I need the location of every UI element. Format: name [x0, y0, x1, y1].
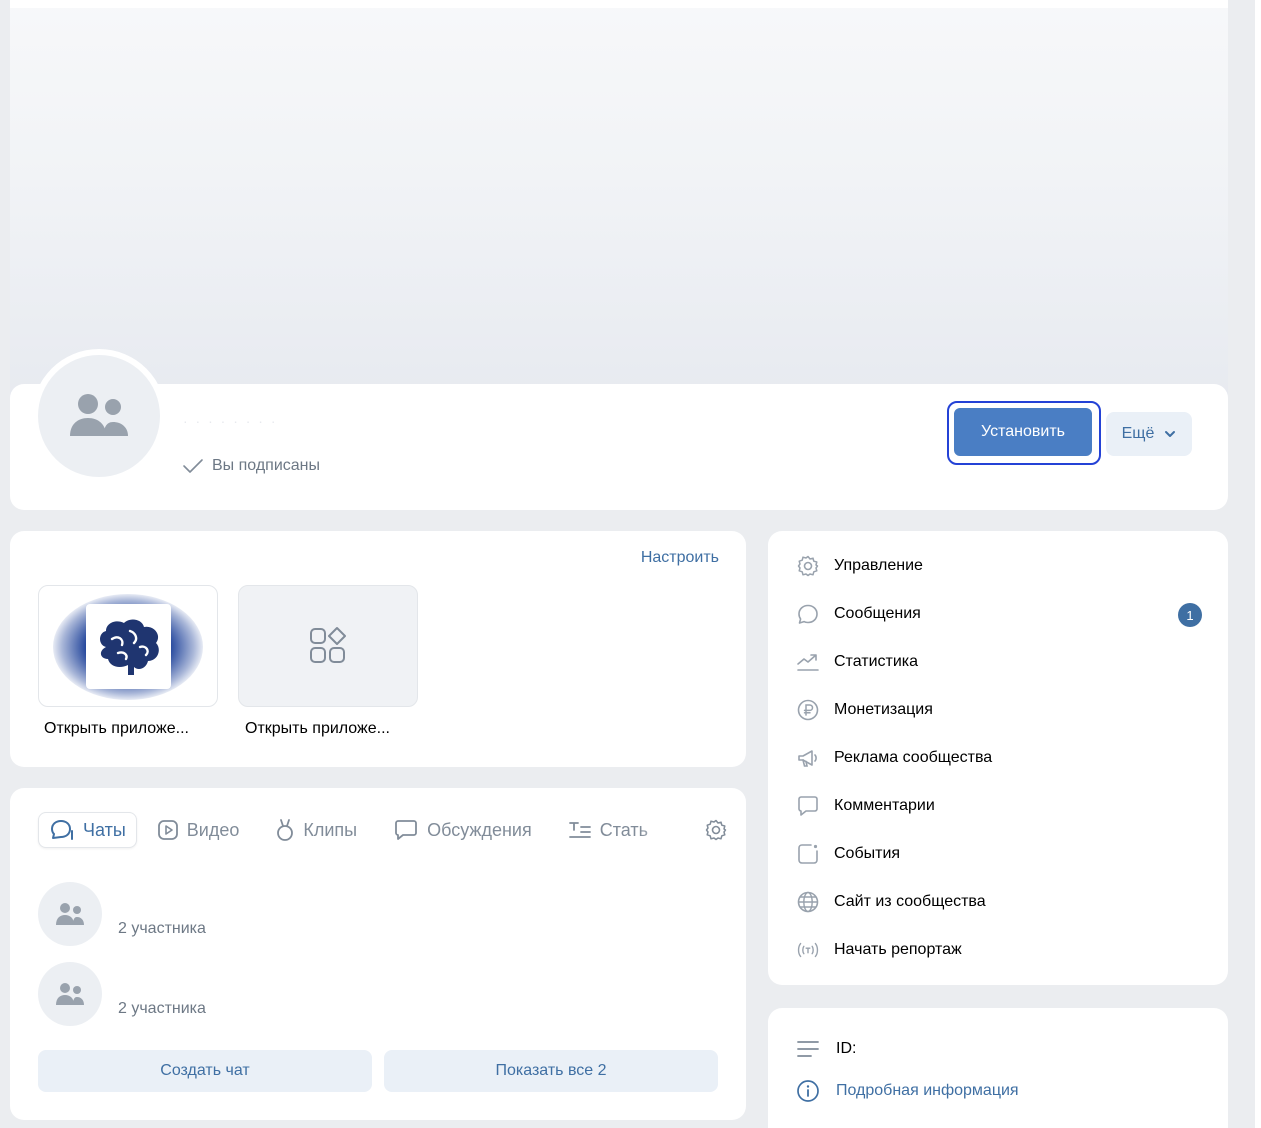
menu-item-monetization[interactable]: Монетизация: [796, 695, 1206, 725]
gear-icon: [796, 554, 820, 578]
menu-item-broadcast[interactable]: Начать репортаж: [796, 935, 1206, 965]
content-tabs: Чаты Видео Клипы Обсуждения Стать: [38, 812, 728, 848]
menu-label: Монетизация: [834, 701, 933, 718]
id-row: ID:: [796, 1034, 856, 1064]
more-label: Ещё: [1121, 425, 1155, 442]
discussion-icon: [395, 820, 418, 840]
check-icon: [183, 459, 203, 473]
chat-avatar: [38, 962, 102, 1026]
chat-icon: [51, 820, 73, 840]
menu-label: Статистика: [834, 653, 919, 670]
community-icon: [70, 394, 128, 436]
apps-card: Настроить Открыть приложе... Открыть при…: [10, 531, 746, 767]
app-label[interactable]: Открыть приложе...: [245, 720, 390, 738]
megaphone-icon: [796, 746, 820, 770]
tab-label: Чаты: [83, 819, 126, 840]
message-icon: [796, 602, 820, 626]
tab-video[interactable]: Видео: [147, 812, 250, 848]
ruble-icon: [796, 698, 820, 722]
chat-avatar: [38, 882, 102, 946]
articles-icon: [568, 822, 591, 838]
tab-label: Видео: [186, 819, 240, 840]
create-chat-button[interactable]: Создать чат: [38, 1050, 372, 1092]
tab-label: Клипы: [303, 819, 358, 840]
id-label: ID:: [836, 1040, 857, 1057]
messages-badge: 1: [1178, 603, 1202, 627]
details-label: Подробная информация: [836, 1082, 1019, 1099]
comment-icon: [796, 794, 820, 818]
management-menu: Управление Сообщения 1 Статистика Монети…: [768, 531, 1228, 985]
menu-item-comments[interactable]: Комментарии: [796, 791, 1206, 821]
menu-label: Комментарии: [834, 797, 935, 814]
tab-clips[interactable]: Клипы: [265, 812, 367, 848]
app-label[interactable]: Открыть приложе...: [44, 720, 189, 738]
details-link[interactable]: Подробная информация: [796, 1076, 1019, 1106]
gear-icon: [705, 819, 727, 841]
app-tile-brain[interactable]: [38, 585, 218, 707]
clips-icon: [277, 819, 294, 841]
menu-item-ads[interactable]: Реклама сообщества: [796, 743, 1206, 773]
chevron-down-icon: [1165, 431, 1176, 437]
menu-label: Сайт из сообщества: [834, 893, 986, 910]
menu-item-website[interactable]: Сайт из сообщества: [796, 887, 1206, 917]
page: · · · · · · · · Вы подписаны Установить …: [0, 0, 1261, 1128]
community-avatar[interactable]: [32, 349, 166, 483]
chat-members: 2 участника: [118, 1000, 206, 1017]
tabs-fade: [640, 810, 684, 850]
menu-item-statistics[interactable]: Статистика: [796, 647, 1206, 677]
app-logo: [86, 604, 171, 689]
menu-label: Сообщения: [834, 605, 921, 622]
cover-image: [10, 0, 1228, 400]
menu-label: Управление: [834, 557, 923, 574]
menu-label: События: [834, 845, 901, 862]
menu-label: Начать репортаж: [834, 941, 962, 958]
apps-icon: [310, 627, 346, 663]
menu-item-events[interactable]: События: [796, 839, 1206, 869]
tab-discussions[interactable]: Обсуждения: [383, 812, 542, 848]
more-button[interactable]: Ещё: [1106, 412, 1192, 456]
install-button[interactable]: Установить: [952, 406, 1094, 458]
group-icon: [56, 983, 84, 1005]
tabs-settings[interactable]: [704, 818, 728, 842]
menu-item-messages[interactable]: Сообщения: [796, 599, 1206, 629]
show-all-button[interactable]: Показать все 2: [384, 1050, 718, 1092]
event-icon: [796, 842, 820, 866]
app-tile-generic[interactable]: [238, 585, 418, 707]
brain-icon: [99, 619, 159, 675]
community-name: · · · · · · · ·: [183, 413, 278, 429]
avatar: [38, 355, 160, 477]
menu-item-management[interactable]: Управление: [796, 551, 1206, 581]
chat-members: 2 участника: [118, 920, 206, 937]
info-icon: [797, 1080, 819, 1102]
menu-label: Реклама сообщества: [834, 749, 993, 766]
list-icon: [797, 1041, 819, 1057]
chats-card: Чаты Видео Клипы Обсуждения Стать 2 учас…: [10, 788, 746, 1120]
tab-label: Обсуждения: [427, 819, 532, 840]
chat-item[interactable]: 2 участника: [38, 882, 698, 946]
chat-item[interactable]: 2 участника: [38, 962, 698, 1026]
tab-chats[interactable]: Чаты: [38, 812, 137, 848]
setup-link[interactable]: Настроить: [641, 549, 719, 567]
info-card: ID: Подробная информация: [768, 1008, 1228, 1128]
globe-icon: [796, 890, 820, 914]
subscribed-status[interactable]: Вы подписаны: [182, 455, 320, 477]
stats-icon: [796, 650, 820, 674]
video-icon: [157, 820, 178, 840]
group-icon: [56, 903, 84, 925]
broadcast-icon: [796, 938, 820, 962]
subscribed-label: Вы подписаны: [212, 457, 320, 474]
